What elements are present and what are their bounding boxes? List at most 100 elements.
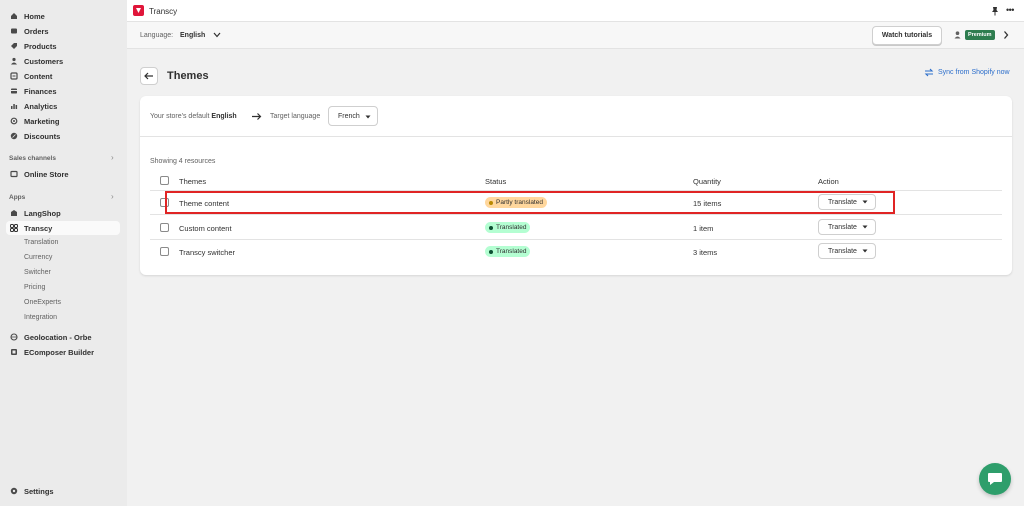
apps-label: Apps — [9, 194, 26, 201]
sidebar-item-geolocation[interactable]: Geolocation - Orbe — [6, 330, 120, 344]
caret-down-icon — [365, 115, 371, 119]
row-quantity: 15 items — [693, 199, 722, 208]
default-language: English — [211, 113, 237, 120]
sync-shopify-link[interactable]: Sync from Shopify now — [924, 68, 1010, 77]
sidebar-item-langshop[interactable]: LangShop — [6, 206, 120, 220]
customers-icon — [10, 57, 18, 65]
finances-icon — [10, 87, 18, 95]
sidebar-item-label: Transcy — [24, 223, 53, 233]
sync-icon — [924, 68, 934, 77]
translate-button[interactable]: Translate — [818, 219, 876, 235]
page-title: Themes — [167, 70, 209, 82]
translate-button[interactable]: Translate — [818, 243, 876, 259]
status-badge: Partly translated — [485, 197, 547, 208]
gear-icon — [10, 487, 18, 495]
resource-count: Showing 4 resources — [150, 158, 216, 165]
sidebar-sub-oneexperts[interactable]: OneExperts — [24, 296, 120, 309]
sidebar-sub-translation[interactable]: Translation — [24, 236, 120, 249]
status-badge: Translated — [485, 222, 531, 233]
status-dot-icon — [489, 225, 493, 230]
chevron-down-icon[interactable] — [213, 32, 221, 38]
ecomposer-icon — [10, 348, 18, 356]
sidebar-item-customers[interactable]: Customers — [6, 54, 120, 68]
column-header-action: Action — [818, 177, 839, 186]
sidebar-item-home[interactable]: Home — [6, 9, 120, 23]
translate-button[interactable]: Translate — [818, 194, 876, 210]
sidebar-item-label: Finances — [24, 86, 57, 96]
chat-icon — [988, 473, 1002, 485]
sidebar-item-finances[interactable]: Finances — [6, 84, 120, 98]
chevron-right-icon[interactable] — [1003, 30, 1009, 40]
sidebar-item-settings[interactable]: Settings — [6, 484, 120, 498]
transcy-logo-icon — [133, 5, 144, 16]
sidebar-item-label: LangShop — [24, 208, 61, 218]
geolocation-icon — [10, 333, 18, 341]
sidebar-sub-integration[interactable]: Integration — [24, 311, 120, 324]
sidebar-item-marketing[interactable]: Marketing — [6, 114, 120, 128]
themes-card: Your store's default English Target lang… — [140, 96, 1012, 275]
content-icon — [10, 72, 18, 80]
select-all-checkbox[interactable] — [160, 176, 169, 185]
row-name: Theme content — [179, 199, 230, 208]
sidebar-item-label: Settings — [24, 486, 54, 496]
analytics-icon — [10, 102, 18, 110]
sidebar-sub-pricing[interactable]: Pricing — [24, 281, 120, 294]
arrow-right-icon — [251, 112, 262, 121]
chat-button[interactable] — [979, 463, 1011, 495]
home-icon — [10, 12, 18, 20]
target-language-select[interactable]: French — [328, 106, 378, 126]
target-language-label: Target language — [270, 113, 321, 120]
sidebar-item-label: Home — [24, 11, 45, 21]
sidebar-item-label: Geolocation - Orbe — [24, 332, 92, 342]
row-checkbox[interactable] — [160, 223, 169, 232]
premium-badge: Premium — [965, 30, 995, 40]
default-prefix: Your store's default — [150, 113, 210, 120]
sidebar-item-orders[interactable]: Orders — [6, 24, 120, 38]
sidebar-item-transcy[interactable]: Transcy — [6, 221, 120, 235]
sidebar-item-label: Marketing — [24, 116, 60, 126]
sidebar-item-label: Discounts — [24, 131, 61, 141]
chevron-right-icon[interactable]: › — [111, 153, 114, 162]
sidebar-item-discounts[interactable]: Discounts — [6, 129, 120, 143]
default-language-text: Your store's default English — [150, 113, 237, 120]
sidebar-item-products[interactable]: Products — [6, 39, 120, 53]
transcy-icon — [10, 224, 18, 232]
row-name: Custom content — [179, 224, 232, 233]
marketing-icon — [10, 117, 18, 125]
column-header-themes: Themes — [179, 177, 207, 186]
store-icon — [10, 170, 18, 178]
column-header-quantity: Quantity — [693, 177, 721, 186]
pin-icon[interactable] — [991, 6, 999, 16]
main-area: Transcy ••• Language: English Watch tuto… — [127, 0, 1024, 506]
orders-icon — [10, 27, 18, 35]
caret-down-icon — [862, 200, 868, 204]
sync-link-label: Sync from Shopify now — [938, 69, 1010, 76]
sales-channels-label: Sales channels — [9, 155, 56, 162]
app-topbar: Transcy ••• — [127, 0, 1024, 22]
app-name: Transcy — [149, 7, 178, 16]
status-dot-icon — [489, 249, 493, 254]
caret-down-icon — [862, 249, 868, 253]
sidebar-item-content[interactable]: Content — [6, 69, 120, 83]
sidebar-item-online-store[interactable]: Online Store — [6, 167, 120, 181]
divider — [150, 239, 1002, 240]
language-value[interactable]: English — [180, 32, 205, 39]
sidebar-sub-currency[interactable]: Currency — [24, 251, 120, 264]
chevron-right-icon[interactable]: › — [111, 192, 114, 201]
sidebar-item-label: Products — [24, 41, 57, 51]
watch-tutorials-button[interactable]: Watch tutorials — [872, 26, 942, 45]
back-button[interactable] — [140, 67, 158, 85]
row-checkbox[interactable] — [160, 247, 169, 256]
more-options-icon[interactable]: ••• — [1006, 5, 1014, 15]
divider — [150, 214, 1002, 215]
sidebar-item-label: EComposer Builder — [24, 347, 95, 357]
sidebar-item-ecomposer[interactable]: EComposer Builder — [6, 345, 120, 359]
row-quantity: 1 item — [693, 224, 714, 233]
sidebar-sub-switcher[interactable]: Switcher — [24, 266, 120, 279]
row-checkbox[interactable] — [160, 198, 169, 207]
row-quantity: 3 items — [693, 248, 718, 257]
divider — [150, 190, 1002, 191]
column-header-status: Status — [485, 177, 507, 186]
sidebar-item-analytics[interactable]: Analytics — [6, 99, 120, 113]
language-bar: Language: English Watch tutorials Premiu… — [127, 22, 1024, 49]
